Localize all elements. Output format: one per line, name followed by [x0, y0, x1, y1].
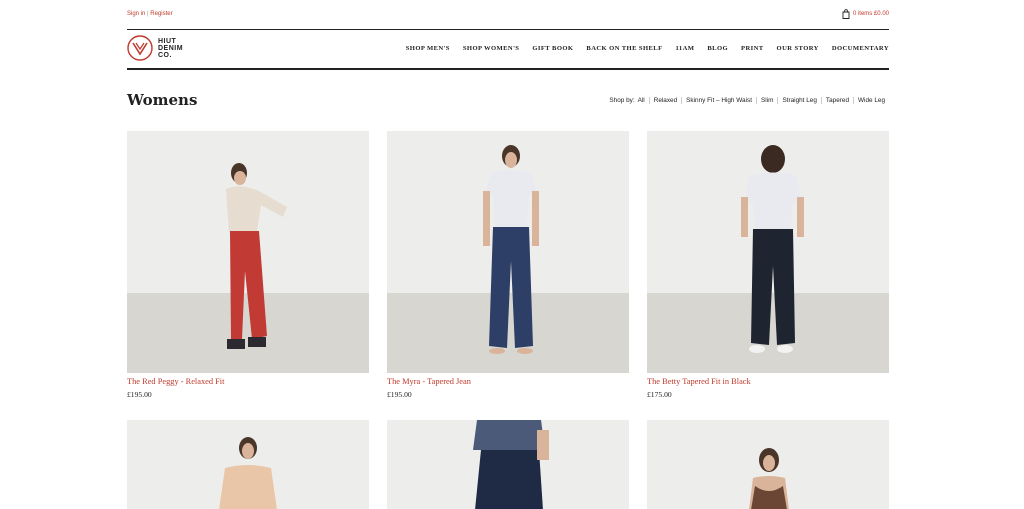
- hiut-logo-mark: [127, 35, 153, 61]
- model-figure: [219, 437, 277, 509]
- nav-back-on-the-shelf[interactable]: BACK ON THE SHELF: [586, 45, 662, 52]
- product-price: £195.00: [127, 390, 152, 399]
- filter-tapered[interactable]: Tapered: [820, 97, 853, 104]
- nav-gift-book[interactable]: GIFT BOOK: [532, 45, 573, 52]
- product-price: £175.00: [647, 390, 672, 399]
- site-header: HIUT DENIM CO. SHOP MEN'S SHOP WOMEN'S G…: [127, 31, 889, 67]
- page-title: Womens: [127, 91, 198, 109]
- filter-straight-leg[interactable]: Straight Leg: [777, 97, 820, 104]
- cart-summary: 0 items £0.00: [852, 11, 889, 17]
- filter-skinny-fit-high-waist[interactable]: Skinny Fit – High Waist: [681, 97, 756, 104]
- model-figure: [741, 145, 804, 353]
- product-card[interactable]: [127, 420, 369, 509]
- logo-wordmark: HIUT DENIM CO.: [158, 38, 183, 59]
- product-name[interactable]: The Betty Tapered Fit in Black: [647, 377, 889, 386]
- product-price: £195.00: [387, 390, 412, 399]
- logo-line-1: HIUT: [158, 37, 177, 45]
- product-image[interactable]: [387, 131, 629, 373]
- nav-print[interactable]: PRINT: [741, 45, 764, 52]
- nav-our-story[interactable]: OUR STORY: [777, 45, 819, 52]
- filter-label: Shop by:: [609, 97, 635, 104]
- filter-relaxed[interactable]: Relaxed: [648, 97, 681, 104]
- product-image[interactable]: [647, 131, 889, 373]
- model-figure: [226, 163, 287, 349]
- auth-separator: |: [147, 11, 149, 17]
- nav-shop-mens[interactable]: SHOP MEN'S: [406, 45, 450, 52]
- filter-wide-leg[interactable]: Wide Leg: [853, 97, 889, 104]
- site-logo[interactable]: HIUT DENIM CO.: [127, 35, 183, 61]
- product-image[interactable]: [647, 420, 889, 509]
- nav-documentary[interactable]: DOCUMENTARY: [832, 45, 889, 52]
- logo-line-2: DENIM: [158, 44, 184, 52]
- cart-link[interactable]: 0 items £0.00: [842, 9, 889, 19]
- model-figure: [483, 145, 539, 354]
- logo-line-3: CO.: [158, 51, 172, 59]
- product-card[interactable]: The Red Peggy - Relaxed Fit £195.00: [127, 131, 369, 399]
- product-card[interactable]: The Myra - Tapered Jean £195.00: [387, 131, 629, 399]
- bag-icon: [842, 9, 850, 19]
- product-image[interactable]: [387, 420, 629, 509]
- product-name[interactable]: The Red Peggy - Relaxed Fit: [127, 377, 369, 386]
- register-link[interactable]: Register: [150, 11, 172, 17]
- nav-11am[interactable]: 11AM: [676, 45, 695, 52]
- product-name[interactable]: The Myra - Tapered Jean: [387, 377, 629, 386]
- top-bar: Sign in | Register 0 items £0.00: [127, 9, 889, 23]
- model-figure: [473, 420, 549, 509]
- sign-in-link[interactable]: Sign in: [127, 11, 145, 17]
- product-image[interactable]: [127, 420, 369, 509]
- product-card[interactable]: [647, 420, 889, 509]
- header-top-rule: [127, 29, 889, 30]
- product-card[interactable]: The Betty Tapered Fit in Black £175.00: [647, 131, 889, 399]
- product-image[interactable]: [127, 131, 369, 373]
- header-bottom-rule: [127, 68, 889, 70]
- product-card[interactable]: [387, 420, 629, 509]
- filter-slim[interactable]: Slim: [756, 97, 777, 104]
- main-nav: SHOP MEN'S SHOP WOMEN'S GIFT BOOK BACK O…: [406, 45, 889, 52]
- shop-by-filters: Shop by: All Relaxed Skinny Fit – High W…: [609, 97, 889, 104]
- nav-blog[interactable]: BLOG: [707, 45, 728, 52]
- auth-links: Sign in | Register: [127, 11, 173, 17]
- model-figure: [749, 448, 789, 509]
- nav-shop-womens[interactable]: SHOP WOMEN'S: [463, 45, 520, 52]
- filter-all[interactable]: All: [638, 97, 649, 104]
